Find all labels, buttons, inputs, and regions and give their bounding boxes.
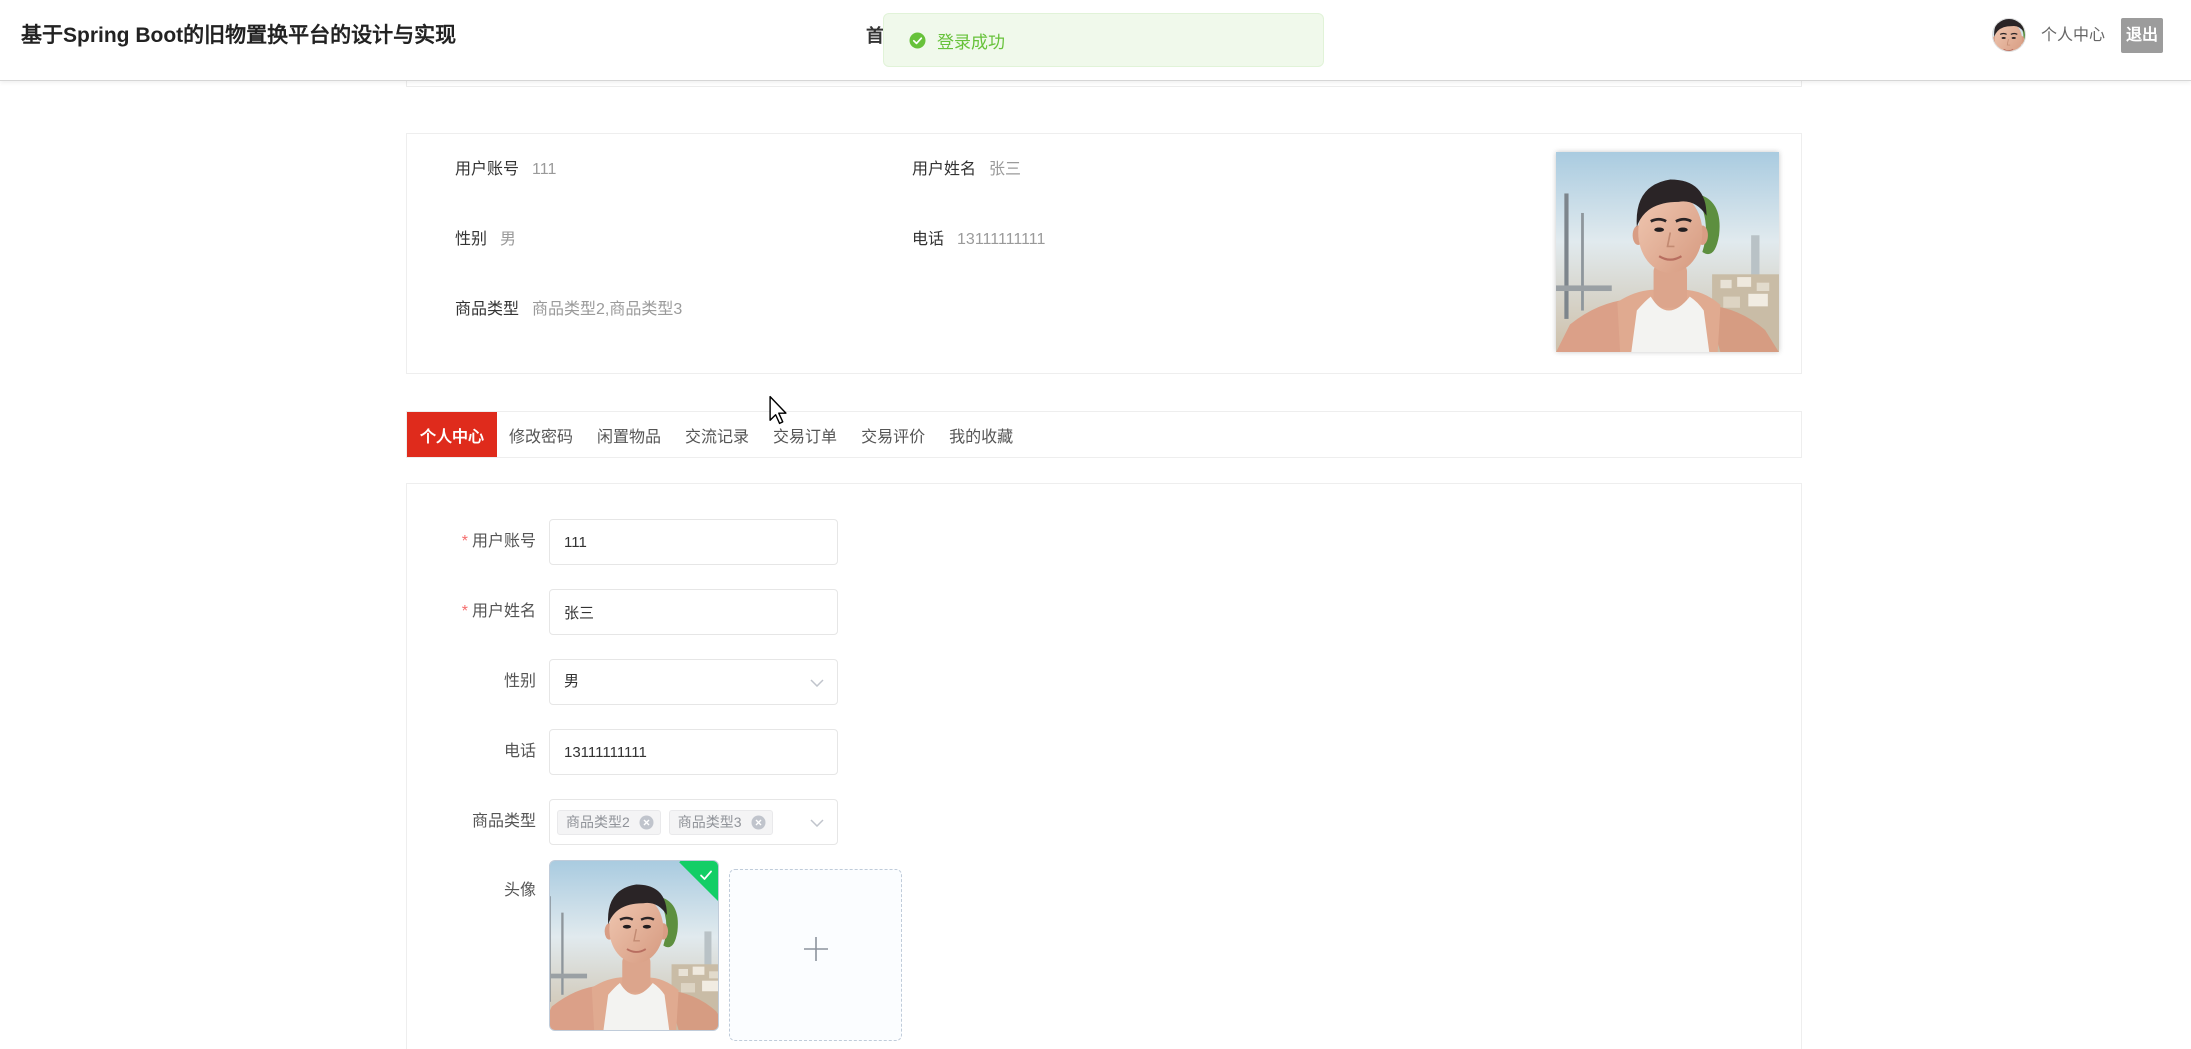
category-multi-select[interactable]: 商品类型2 商品类型3 xyxy=(549,799,838,845)
category-label: 商品类型 xyxy=(471,813,536,830)
field-value: 商品类型2,商品类型3 xyxy=(532,301,683,318)
profile-field-name: 用户姓名 张三 xyxy=(912,158,1021,182)
profile-photo-image xyxy=(1556,152,1779,352)
gender-selected-value: 男 xyxy=(564,673,580,690)
form-row-gender: 性别 男 xyxy=(407,659,1801,705)
phone-label: 电话 xyxy=(503,743,536,760)
field-value: 男 xyxy=(500,231,517,248)
gender-label: 性别 xyxy=(503,673,536,690)
uploaded-avatar-image xyxy=(550,861,718,1030)
profile-tabs: 个人中心 修改密码 闲置物品 交流记录 交易订单 交易评价 我的收藏 xyxy=(406,411,1802,458)
plus-icon xyxy=(803,936,829,962)
required-mark: * xyxy=(461,533,468,550)
field-label: 商品类型 xyxy=(455,301,520,318)
profile-info-card: 用户账号 111 用户姓名 张三 性别 男 电话 13111111111 商品类… xyxy=(406,133,1802,374)
phone-input[interactable] xyxy=(549,729,838,775)
name-label-text: 用户姓名 xyxy=(471,603,536,620)
account-label-text: 用户账号 xyxy=(471,533,536,550)
name-label: * 用户姓名 xyxy=(407,589,536,635)
tab-trade-reviews[interactable]: 交易评价 xyxy=(849,412,937,457)
field-label: 用户姓名 xyxy=(912,161,977,178)
avatar-image xyxy=(1993,19,2025,51)
name-input[interactable] xyxy=(549,589,838,635)
account-input[interactable] xyxy=(549,519,838,565)
check-icon xyxy=(699,868,713,882)
nav-item-home[interactable]: 首 xyxy=(866,22,884,50)
field-value: 张三 xyxy=(989,161,1022,178)
success-toast: 登录成功 xyxy=(883,13,1324,67)
avatar-label: 头像 xyxy=(503,882,536,899)
profile-photo xyxy=(1556,152,1779,352)
chevron-down-icon xyxy=(810,819,824,827)
profile-field-category: 商品类型 商品类型2,商品类型3 xyxy=(455,298,682,322)
tab-personal-center[interactable]: 个人中心 xyxy=(407,412,497,457)
tag-label: 商品类型2 xyxy=(566,813,630,830)
avatar-upload-button[interactable] xyxy=(729,869,902,1041)
category-tag: 商品类型2 xyxy=(557,809,661,835)
account-label: * 用户账号 xyxy=(407,519,536,565)
profile-edit-form: *用户账号 *用户姓名 性别 男 电话 商品类型 商品类型2 xyxy=(406,483,1802,1049)
field-value: 13111111111 xyxy=(957,231,1046,248)
toast-message: 登录成功 xyxy=(937,32,1005,52)
check-circle-icon xyxy=(909,32,926,49)
site-title: 基于Spring Boot的旧物置换平台的设计与实现 xyxy=(21,24,457,47)
uploaded-avatar-thumbnail[interactable] xyxy=(549,860,719,1031)
logout-button[interactable]: 退出 xyxy=(2121,18,2163,53)
field-label: 电话 xyxy=(912,231,945,248)
user-center-link[interactable]: 个人中心 xyxy=(2041,22,2105,50)
chevron-down-icon xyxy=(810,679,824,687)
field-label: 性别 xyxy=(455,231,488,248)
profile-field-gender: 性别 男 xyxy=(455,228,516,252)
circle-close-icon[interactable] xyxy=(639,815,654,830)
form-row-phone: 电话 xyxy=(407,729,1801,775)
selected-tags: 商品类型2 商品类型3 xyxy=(557,800,781,844)
field-label: 用户账号 xyxy=(455,161,520,178)
tab-idle-items[interactable]: 闲置物品 xyxy=(585,412,673,457)
field-value: 111 xyxy=(532,161,557,178)
gender-select[interactable]: 男 xyxy=(549,659,838,705)
category-tag: 商品类型3 xyxy=(668,809,773,835)
mouse-cursor xyxy=(768,395,788,425)
tab-chat-records[interactable]: 交流记录 xyxy=(673,412,761,457)
circle-close-icon[interactable] xyxy=(751,815,766,830)
tag-label: 商品类型3 xyxy=(677,813,742,830)
user-avatar[interactable] xyxy=(1992,18,2026,52)
form-row-category: 商品类型 商品类型2 商品类型3 xyxy=(407,799,1801,845)
form-row-account: * 用户账号 xyxy=(407,519,1801,565)
profile-field-account: 用户账号 111 xyxy=(455,158,556,182)
form-row-name: * 用户姓名 xyxy=(407,589,1801,635)
profile-field-phone: 电话 13111111111 xyxy=(912,228,1045,252)
tab-change-password[interactable]: 修改密码 xyxy=(497,412,585,457)
required-mark: * xyxy=(461,603,468,620)
tab-my-favorites[interactable]: 我的收藏 xyxy=(937,412,1025,457)
